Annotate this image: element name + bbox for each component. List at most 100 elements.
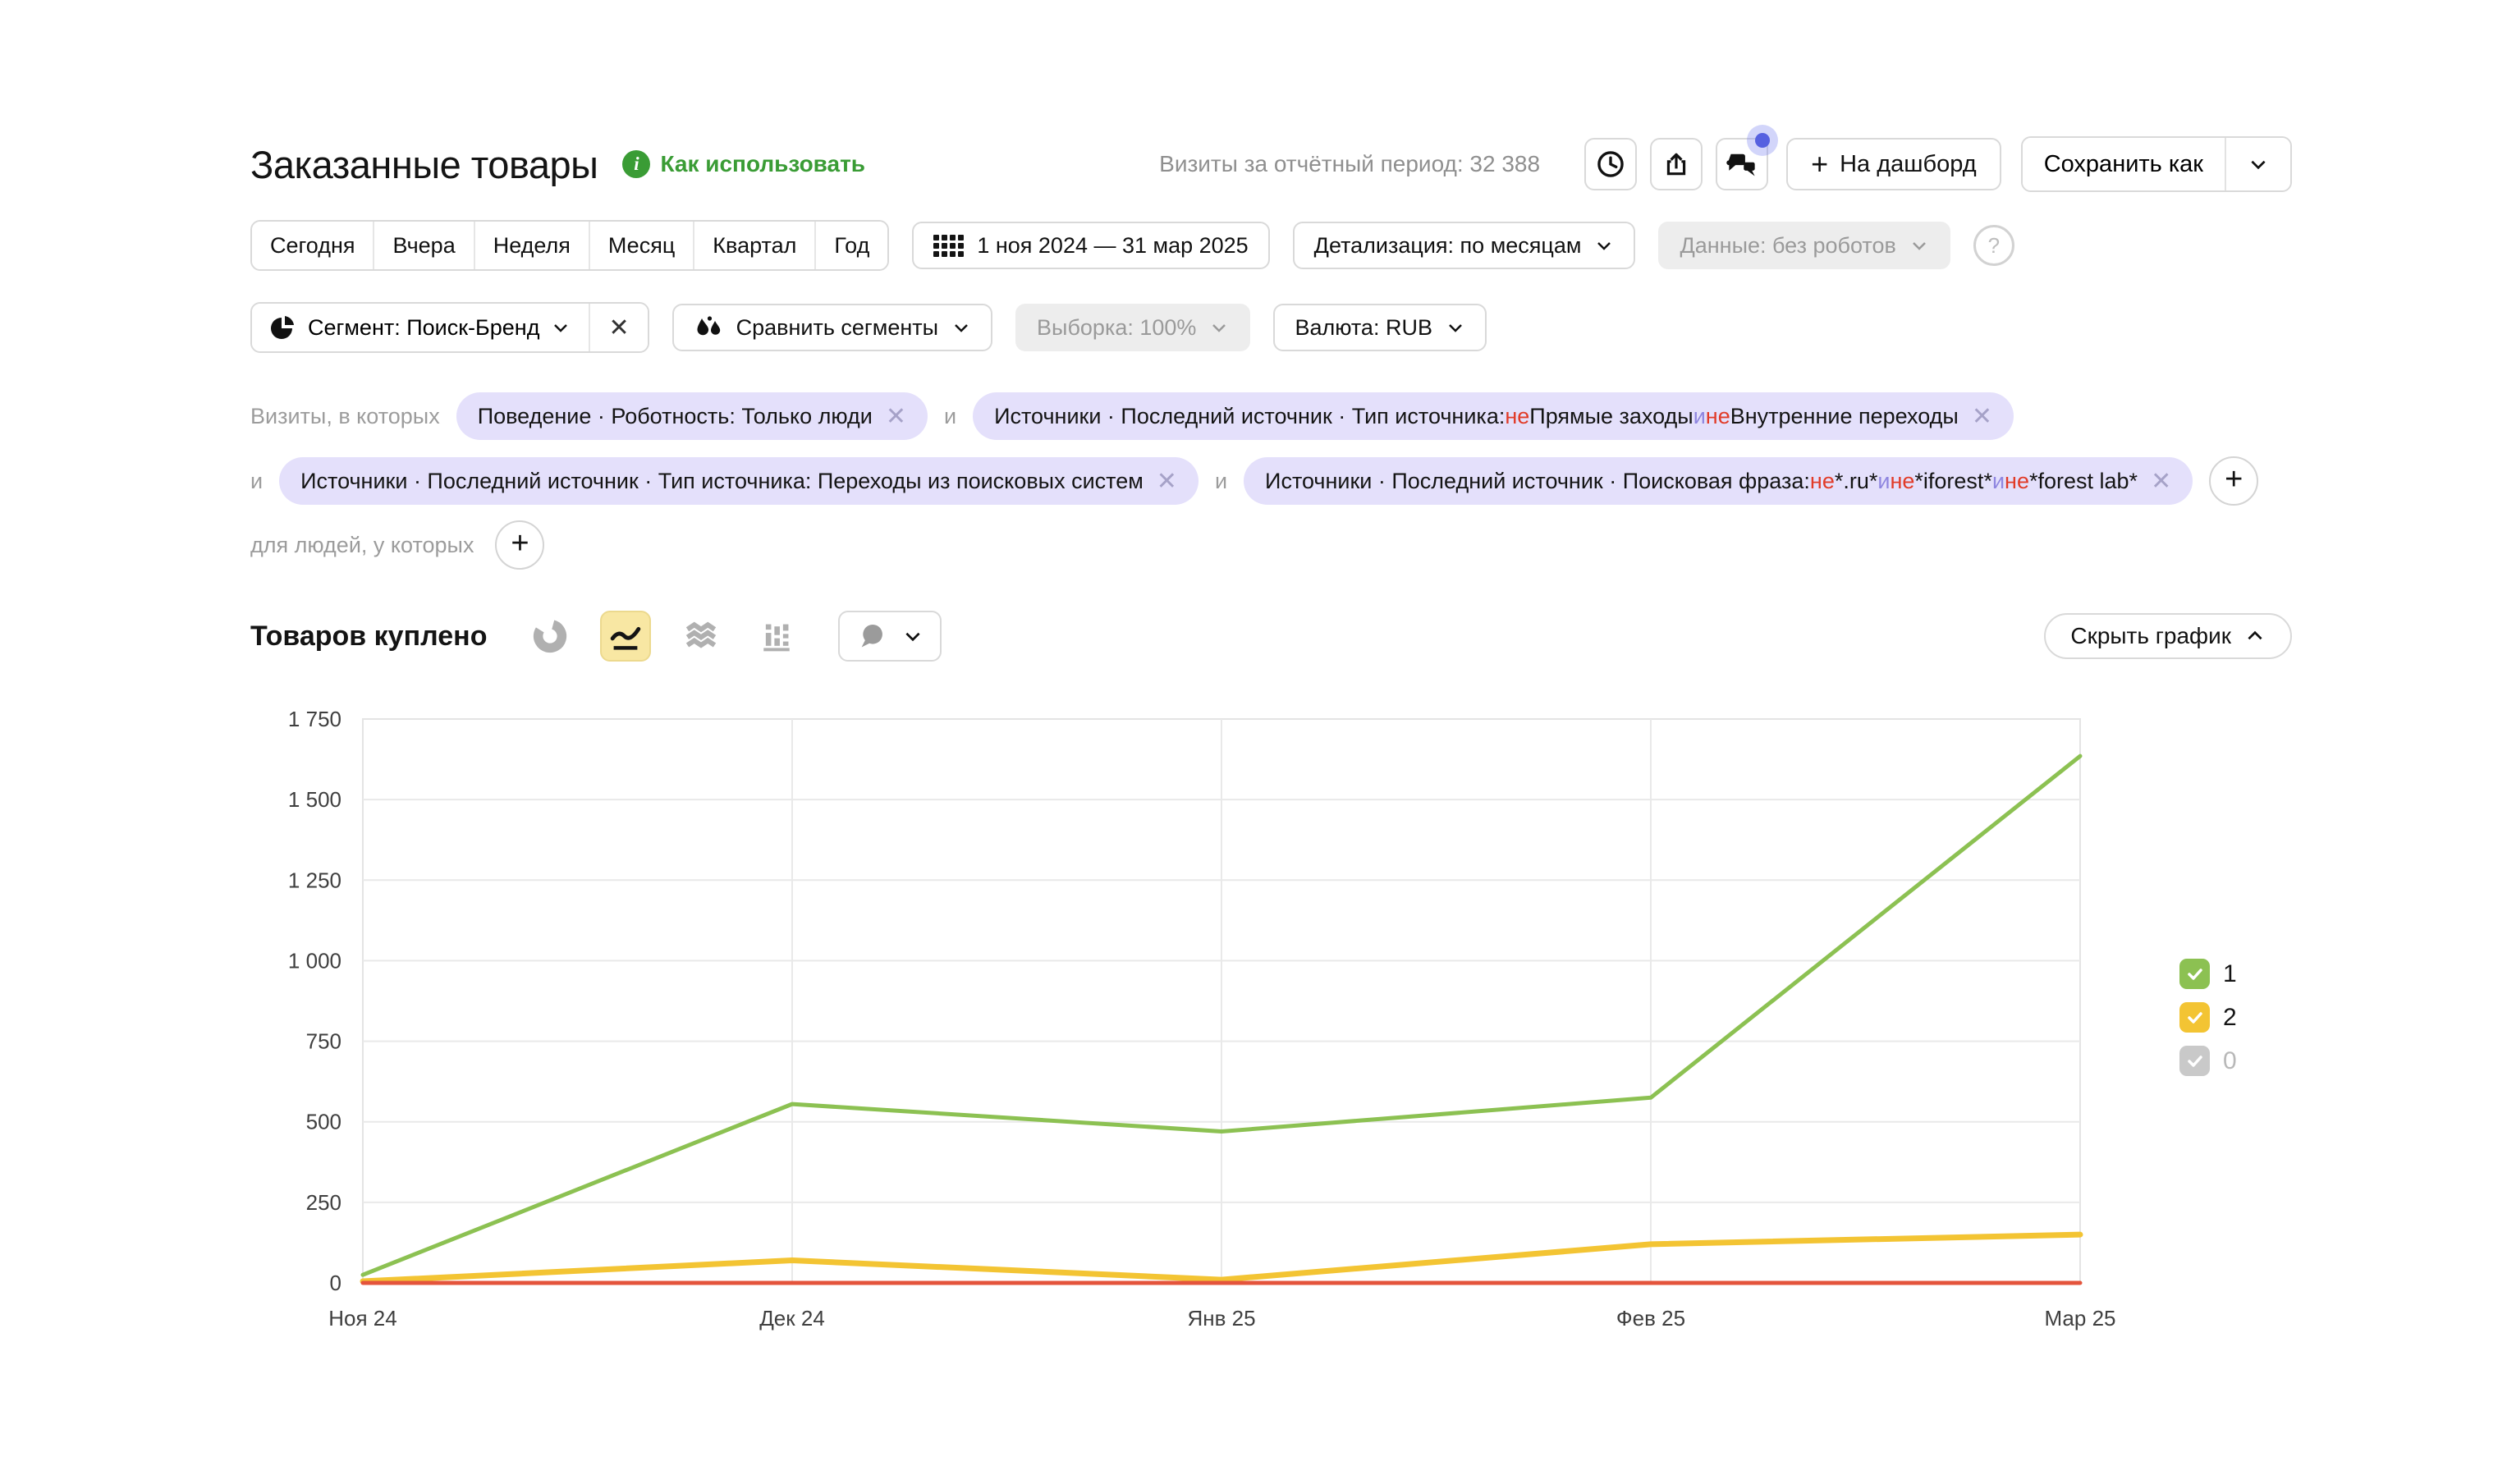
date-preset-quarter[interactable]: Квартал: [693, 222, 814, 269]
and-connector: и: [944, 404, 956, 429]
date-preset-today[interactable]: Сегодня: [252, 222, 373, 269]
filter-row-label: Визиты, в которых: [250, 404, 440, 429]
pie-chart-type-button[interactable]: [525, 611, 575, 662]
svg-text:1 250: 1 250: [288, 868, 341, 892]
date-preset-year[interactable]: Год: [814, 222, 887, 269]
add-people-filter-button[interactable]: +: [495, 520, 544, 570]
chevron-up-icon: [2244, 625, 2266, 647]
date-range-label: 1 ноя 2024 — 31 мар 2025: [977, 233, 1248, 259]
svg-text:1 750: 1 750: [288, 707, 341, 731]
compare-segments-dropdown[interactable]: Сравнить сегменты: [672, 304, 992, 351]
header: Заказанные товары i Как использовать Виз…: [250, 133, 2292, 195]
filter-chip-robotness[interactable]: Поведение · Роботность: Только люди✕: [456, 392, 928, 440]
close-icon: ✕: [608, 314, 629, 342]
segment-label: Сегмент: Поиск-Бренд: [308, 315, 539, 341]
how-to-use-link[interactable]: i Как использовать: [622, 150, 865, 178]
save-as-dropdown[interactable]: [2225, 138, 2290, 190]
legend-label: 1: [2223, 960, 2237, 988]
legend-item-0[interactable]: 0: [2179, 1046, 2237, 1076]
history-button[interactable]: [1584, 138, 1637, 190]
help-icon[interactable]: ?: [1973, 225, 2014, 266]
save-as-main[interactable]: Сохранить как: [2023, 138, 2225, 190]
export-button[interactable]: [1650, 138, 1703, 190]
sampling-label: Выборка: 100%: [1037, 315, 1196, 341]
save-as-button: Сохранить как: [2021, 136, 2292, 192]
plus-icon: +: [1811, 149, 1828, 179]
add-to-dashboard-button[interactable]: + На дашборд: [1786, 138, 2001, 190]
legend-item-1[interactable]: 1: [2179, 959, 2237, 989]
legend-checkbox-icon[interactable]: [2179, 1002, 2210, 1033]
filter-row-3: для людей, у которых +: [250, 520, 544, 570]
filter-chip-source-type-not[interactable]: Источники · Последний источник · Тип ист…: [973, 392, 2014, 440]
and-connector: и: [250, 469, 263, 494]
segment-clear-button[interactable]: ✕: [589, 304, 647, 351]
date-preset-yesterday[interactable]: Вчера: [373, 222, 473, 269]
filter-row-2: и Источники · Последний источник · Тип и…: [250, 456, 2258, 506]
annotations-dropdown[interactable]: [838, 611, 942, 662]
chevron-down-icon: [1909, 236, 1929, 255]
legend-checkbox-icon[interactable]: [2179, 1046, 2210, 1076]
chevron-down-icon: [1446, 318, 1465, 337]
export-icon: [1662, 150, 1690, 178]
remove-filter-icon[interactable]: ✕: [2151, 467, 2171, 496]
chevron-down-icon: [1209, 318, 1229, 337]
and-connector: и: [1215, 469, 1227, 494]
line-chart-icon: [607, 617, 644, 655]
metric-title: Товаров куплено: [250, 621, 487, 653]
chart-type-switcher: [525, 611, 942, 662]
filter-chip-search-engine[interactable]: Источники · Последний источник · Тип ист…: [279, 457, 1199, 505]
date-preset-week[interactable]: Неделя: [474, 222, 589, 269]
column-chart-icon: [759, 619, 794, 653]
svg-text:250: 250: [306, 1190, 341, 1215]
pie-segment-icon: [270, 314, 296, 341]
clock-icon: [1596, 149, 1625, 179]
data-mode-label: Данные: без роботов: [1680, 233, 1895, 259]
chart-header: Товаров куплено Скрыть график: [250, 609, 2292, 663]
svg-text:1 000: 1 000: [288, 948, 341, 973]
detalization-label: Детализация: по месяцам: [1314, 233, 1582, 259]
chart-legend: 1 2 0: [2179, 959, 2237, 1076]
segment-control: Сегмент: Поиск-Бренд ✕: [250, 302, 649, 353]
date-range-button[interactable]: 1 ноя 2024 — 31 мар 2025: [912, 222, 1269, 269]
line-chart-type-button[interactable]: [600, 611, 651, 662]
svg-text:Янв 25: Янв 25: [1187, 1306, 1255, 1331]
compare-segments-label: Сравнить сегменты: [736, 315, 938, 341]
stacked-area-icon: [683, 618, 719, 654]
svg-text:Фев 25: Фев 25: [1616, 1306, 1685, 1331]
filter-chip-search-phrase[interactable]: Источники · Последний источник · Поисков…: [1244, 457, 2193, 505]
currency-dropdown[interactable]: Валюта: RUB: [1273, 304, 1487, 351]
remove-filter-icon[interactable]: ✕: [1157, 467, 1177, 496]
data-mode-dropdown[interactable]: Данные: без роботов: [1658, 222, 1950, 269]
area-chart-type-button[interactable]: [676, 611, 726, 662]
legend-label: 2: [2223, 1004, 2237, 1032]
svg-text:Дек 24: Дек 24: [759, 1306, 825, 1331]
svg-text:750: 750: [306, 1029, 341, 1054]
line-chart[interactable]: 02505007501 0001 2501 5001 750Ноя 24Дек …: [0, 694, 2507, 1358]
detalization-dropdown[interactable]: Детализация: по месяцам: [1293, 222, 1636, 269]
remove-filter-icon[interactable]: ✕: [886, 402, 906, 431]
info-icon: i: [622, 150, 650, 178]
calendar-icon: [933, 235, 964, 257]
date-preset-month[interactable]: Месяц: [589, 222, 693, 269]
column-chart-type-button[interactable]: [751, 611, 802, 662]
filter-row-label: для людей, у которых: [250, 533, 474, 558]
donut-chart-icon: [531, 617, 569, 655]
sampling-dropdown[interactable]: Выборка: 100%: [1015, 304, 1250, 351]
svg-text:Ноя 24: Ноя 24: [328, 1306, 396, 1331]
page-title: Заказанные товары: [250, 142, 598, 187]
segment-toolbar: Сегмент: Поиск-Бренд ✕ Сравнить сегменты…: [250, 302, 1487, 353]
legend-label: 0: [2223, 1047, 2237, 1075]
add-visit-filter-button[interactable]: +: [2209, 456, 2258, 506]
add-to-dashboard-label: На дашборд: [1840, 151, 1977, 178]
legend-item-2[interactable]: 2: [2179, 1002, 2237, 1033]
hide-chart-button[interactable]: Скрыть график: [2044, 613, 2292, 659]
comments-button[interactable]: [1716, 138, 1768, 190]
remove-filter-icon[interactable]: ✕: [1972, 402, 1992, 431]
legend-checkbox-icon[interactable]: [2179, 959, 2210, 989]
svg-text:500: 500: [306, 1110, 341, 1134]
date-toolbar: Сегодня Вчера Неделя Месяц Квартал Год 1…: [250, 220, 2014, 271]
hide-chart-label: Скрыть график: [2070, 623, 2231, 649]
filter-row-1: Визиты, в которых Поведение · Роботность…: [250, 392, 2014, 440]
droplets-icon: [694, 314, 723, 341]
segment-dropdown[interactable]: Сегмент: Поиск-Бренд: [252, 304, 589, 351]
